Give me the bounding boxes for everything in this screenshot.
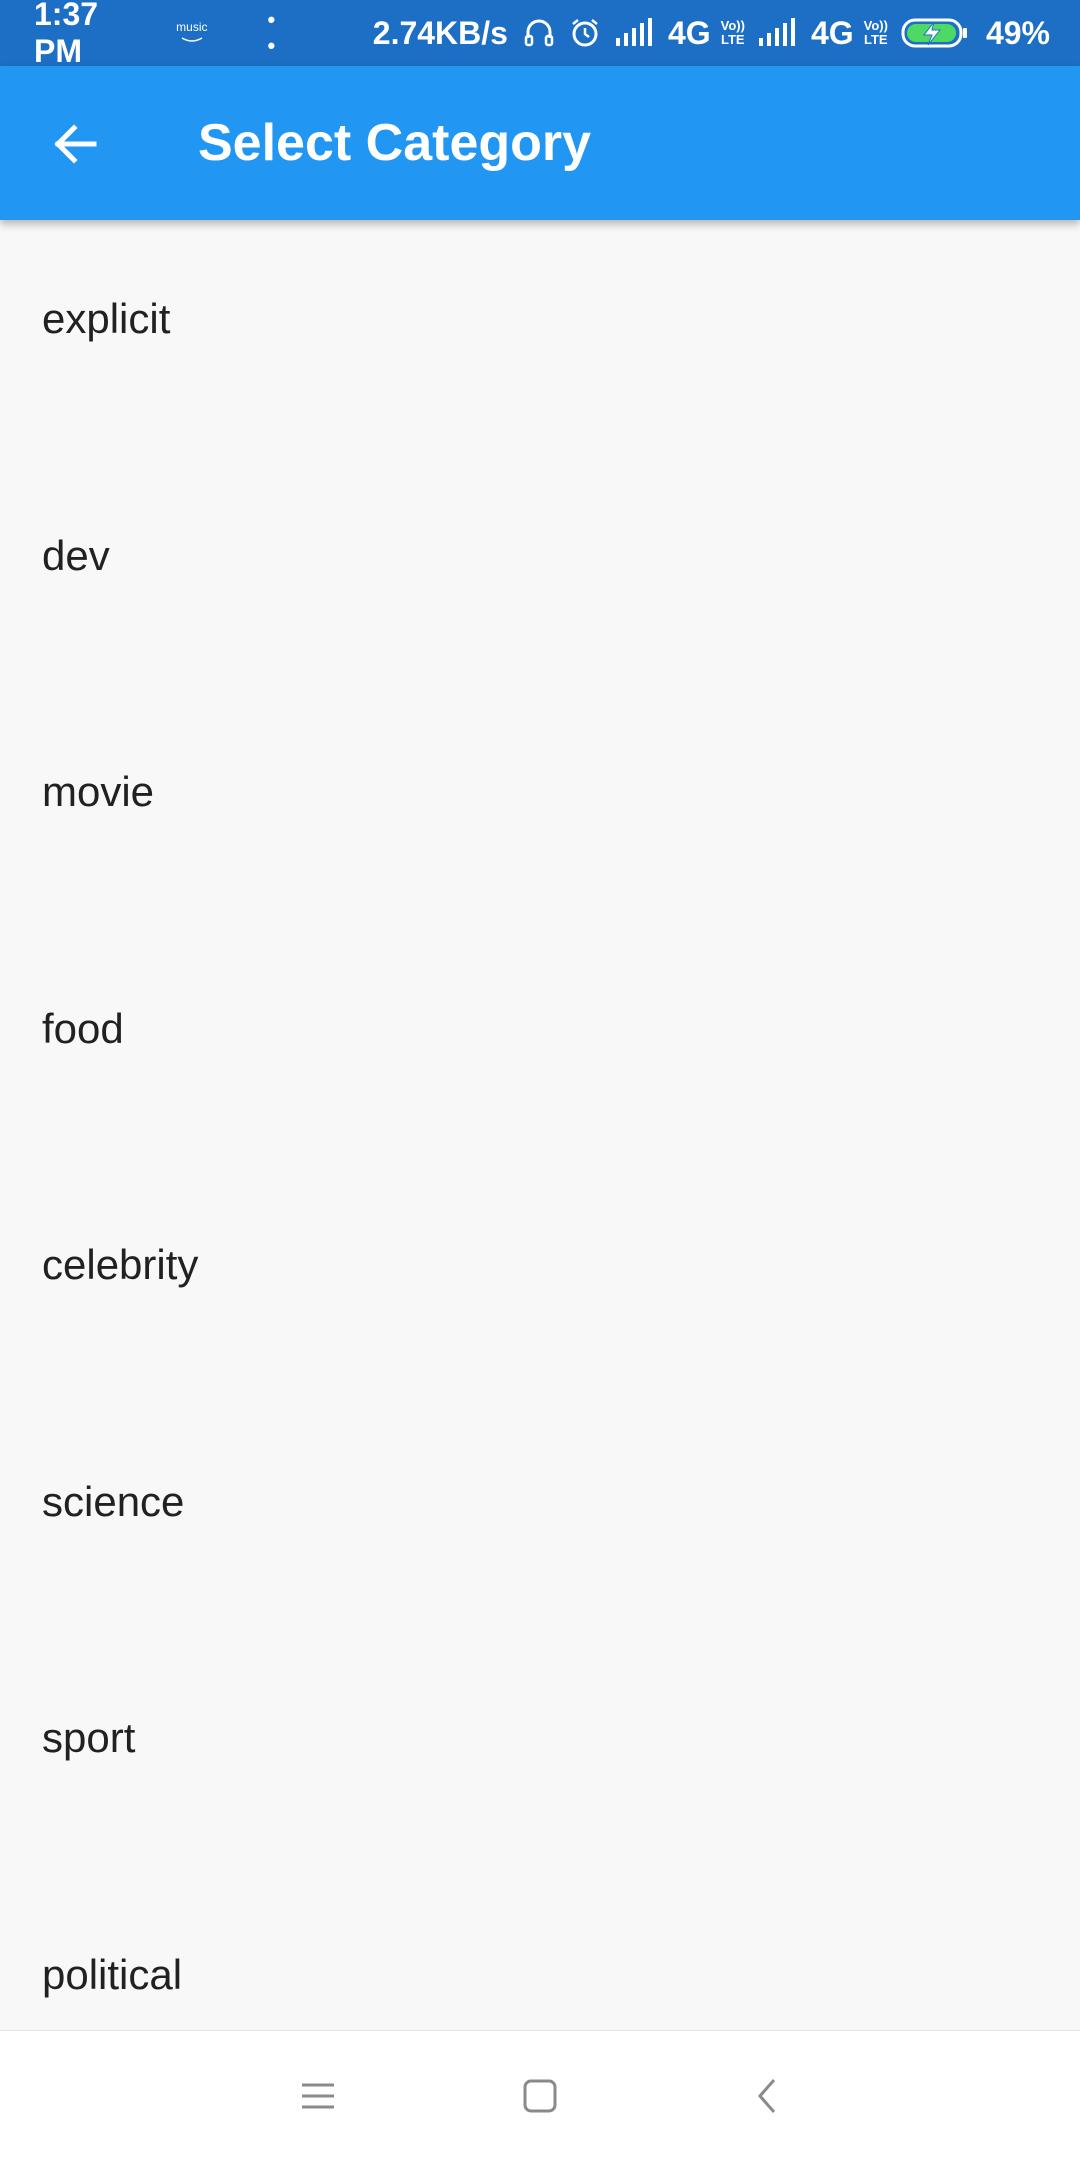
list-item[interactable]: dev (0, 457, 1080, 694)
arrow-back-icon (54, 124, 97, 164)
status-bar: 1:37 PM music • • 2.74KB/s 4G Vo)) LTE 4… (0, 0, 1080, 69)
list-item[interactable]: sport (0, 1639, 1080, 1876)
volte-badge-2: Vo)) LTE (864, 19, 888, 47)
page-title: Select Category (198, 114, 592, 172)
back-chevron-icon (758, 2079, 776, 2113)
alarm-icon (568, 16, 602, 50)
list-item[interactable]: food (0, 930, 1080, 1167)
back-button[interactable] (40, 109, 110, 179)
list-item[interactable]: political (0, 1876, 1080, 2031)
volte-top-2: Vo)) (863, 18, 888, 33)
menu-icon (302, 2083, 334, 2109)
signal-icon (757, 18, 797, 48)
list-item[interactable]: explicit (0, 220, 1080, 457)
category-label: explicit (42, 295, 171, 343)
app-bar: Select Category (0, 66, 1080, 220)
volte-top-1: Vo)) (720, 18, 745, 33)
nav-back-button[interactable] (727, 2061, 807, 2131)
list-item[interactable]: celebrity (0, 1166, 1080, 1403)
category-label: movie (42, 768, 155, 816)
menu-button[interactable] (278, 2061, 358, 2131)
category-list: explicit dev movie food celebrity science spor… (0, 220, 1080, 2030)
category-label: food (42, 1004, 124, 1052)
music-icon: music (176, 20, 208, 45)
network-speed: 2.74KB/s (372, 14, 508, 51)
home-button[interactable] (500, 2061, 580, 2131)
navigation-bar (0, 2030, 1080, 2160)
volte-badge-1: Vo)) LTE (721, 19, 745, 47)
status-time: 1:37 PM (34, 0, 99, 69)
battery-charging-icon (900, 16, 970, 50)
category-label: political (42, 1950, 183, 1998)
volte-bottom-2: LTE (864, 32, 888, 47)
category-label: celebrity (42, 1241, 199, 1289)
network-type-1: 4G (667, 14, 711, 51)
network-type-2: 4G (810, 14, 854, 51)
category-label: science (42, 1477, 185, 1525)
headphones-icon (522, 16, 556, 50)
list-item[interactable]: science (0, 1403, 1080, 1640)
battery-percent: 49% (985, 14, 1050, 51)
music-label: music (176, 20, 208, 34)
volte-bottom-1: LTE (721, 32, 745, 47)
notification-dots: • • (267, 7, 284, 58)
category-label: dev (42, 531, 110, 579)
signal-icon (614, 18, 654, 48)
home-square-icon (523, 2079, 557, 2113)
category-label: sport (42, 1714, 136, 1762)
screen: 1:37 PM music • • 2.74KB/s 4G Vo)) LTE 4… (0, 0, 1080, 2160)
list-item[interactable]: movie (0, 693, 1080, 930)
